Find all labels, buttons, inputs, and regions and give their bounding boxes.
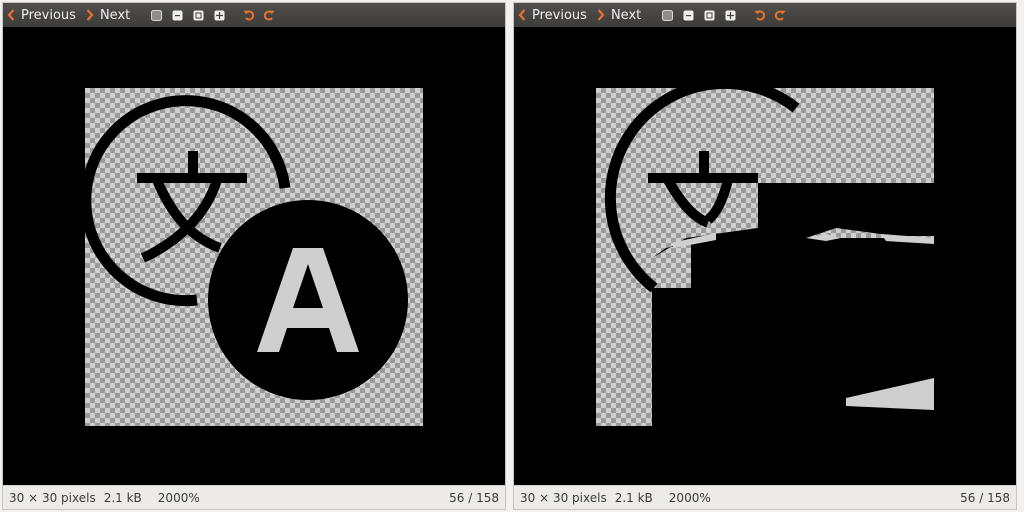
image-dimensions: 30 × 30 pixels [520,490,607,505]
previous-label: Previous [532,7,587,23]
zoom-in-icon[interactable] [703,9,715,21]
status-bar: 30 × 30 pixels 2.1 kB 2000% 56 / 158 [3,485,505,509]
rotate-right-icon[interactable] [774,9,786,21]
next-button[interactable]: Next [593,3,647,27]
zoom-level: 2000% [668,490,711,505]
zoom-out-icon[interactable] [171,9,183,21]
corrupted-translate-icon [604,88,934,426]
chevron-left-icon [7,9,15,21]
toolbar: Previous Next [3,3,505,27]
chevron-right-icon [597,9,605,21]
rotate-left-icon[interactable] [754,9,766,21]
chevron-right-icon [86,9,94,21]
zoom-fit-icon[interactable] [661,9,673,21]
transparent-canvas [596,88,934,426]
next-label: Next [99,7,131,23]
translate-icon [85,95,408,400]
zoom-in-icon[interactable] [192,9,204,21]
rotate-left-icon[interactable] [243,9,255,21]
zoom-level: 2000% [157,490,200,505]
image-position: 56 / 158 [960,490,1010,505]
next-button[interactable]: Next [82,3,136,27]
previous-button[interactable]: Previous [3,3,82,27]
file-size: 2.1 kB [614,490,653,505]
toolbar: Previous Next [514,3,1016,27]
zoom-grid-icon[interactable] [213,9,225,21]
image-viewport[interactable] [514,27,1016,487]
transparent-canvas [85,88,423,426]
file-size: 2.1 kB [103,490,142,505]
image-viewer-screen: Previous Next 30 × 30 pixels 2.1 kB 2000… [0,0,1024,512]
next-label: Next [610,7,642,23]
image-viewport[interactable] [3,27,505,487]
viewer-window-left: Previous Next 30 × 30 pixels 2.1 kB 2000… [2,2,506,510]
zoom-grid-icon[interactable] [724,9,736,21]
rotate-right-icon[interactable] [263,9,275,21]
chevron-left-icon [518,9,526,21]
previous-label: Previous [21,7,76,23]
image-dimensions: 30 × 30 pixels [9,490,96,505]
image-position: 56 / 158 [449,490,499,505]
viewer-window-right: Previous Next 30 × 30 pixels 2.1 kB 2000… [513,2,1017,510]
status-bar: 30 × 30 pixels 2.1 kB 2000% 56 / 158 [514,485,1016,509]
previous-button[interactable]: Previous [514,3,593,27]
zoom-fit-icon[interactable] [150,9,162,21]
zoom-out-icon[interactable] [682,9,694,21]
